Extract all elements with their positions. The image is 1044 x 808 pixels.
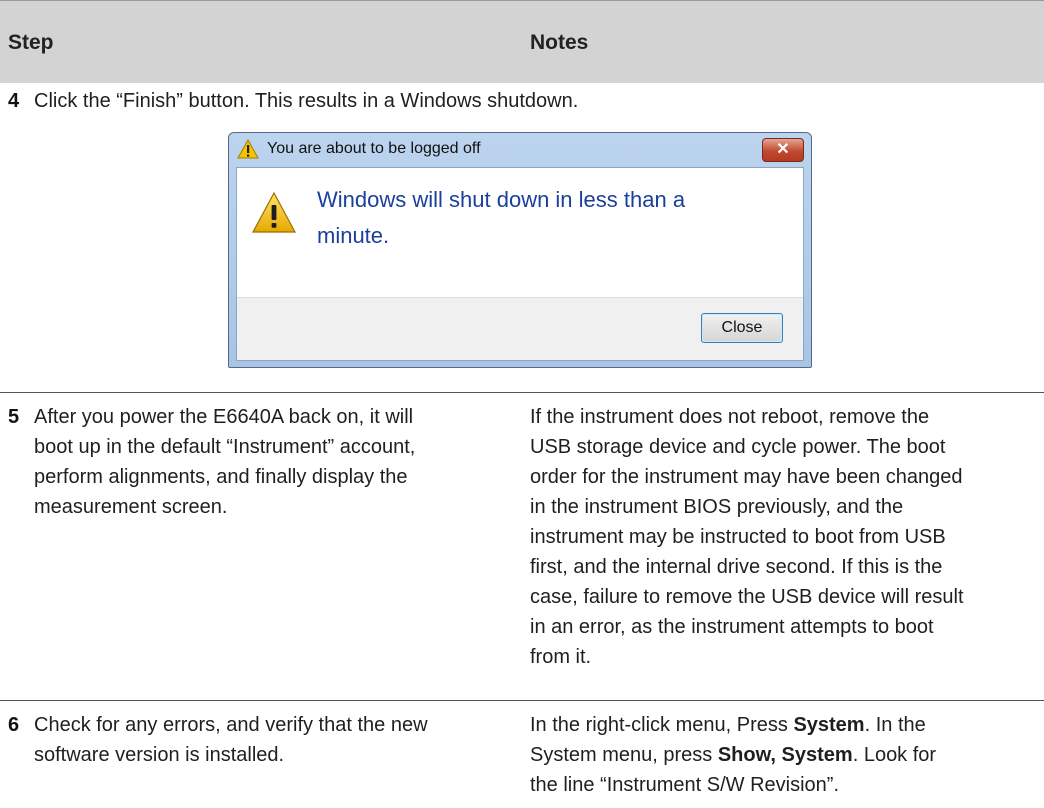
notes-5-line: from it.: [530, 646, 592, 668]
notes-5-line: in the instrument BIOS previously, and t…: [530, 496, 904, 518]
notes-5-line: USB storage device and cycle power. The …: [530, 436, 946, 458]
step-number-6: 6: [8, 714, 20, 736]
warning-icon: [237, 139, 259, 159]
warning-icon: [251, 191, 297, 233]
notes-5-line: first, and the internal drive second. If…: [530, 556, 943, 578]
header-notes: Notes: [530, 31, 589, 54]
step-number-4: 4: [8, 90, 20, 112]
notes-5-line: If the instrument does not reboot, remov…: [530, 406, 930, 428]
step-6-text: Check for any errors, and verify that th…: [34, 710, 504, 770]
dialog-body: Windows will shut down in less than a mi…: [236, 167, 804, 361]
notes-6-text: . In the: [864, 714, 926, 736]
step-5-line: measurement screen.: [34, 496, 228, 518]
dialog-message-line: minute.: [317, 223, 390, 248]
step-5-line: boot up in the default “Instrument” acco…: [34, 436, 416, 458]
notes-5-line: case, failure to remove the USB device w…: [530, 586, 964, 608]
show-system-keyword: Show, System: [717, 744, 853, 766]
dialog-message-line: Windows will shut down in less than a: [317, 187, 686, 212]
system-keyword: System: [793, 714, 865, 736]
row-divider: [0, 392, 1044, 393]
logoff-dialog: You are about to be logged off ✕ Windows…: [228, 132, 812, 368]
dialog-message: Windows will shut down in less than a mi…: [317, 182, 757, 254]
notes-6-line: In the right-click menu, Press System. I…: [530, 710, 1035, 740]
dialog-close-x-button[interactable]: ✕: [762, 138, 804, 162]
step-5-notes: If the instrument does not reboot, remov…: [530, 402, 1035, 672]
dialog-titlebar: You are about to be logged off ✕: [229, 133, 811, 167]
dialog-footer: Close: [237, 297, 803, 360]
step-5-line: After you power the E6640A back on, it w…: [34, 406, 414, 428]
step-5-line: perform alignments, and finally display …: [34, 466, 408, 488]
close-button[interactable]: Close: [701, 313, 783, 343]
notes-6-line: the line “Instrument S/W Revision”.: [530, 774, 839, 796]
step-6-line: software version is installed.: [34, 744, 285, 766]
step-number-5: 5: [8, 406, 20, 428]
table-header: Step Notes: [0, 0, 1044, 83]
notes-6-text: System menu, press: [530, 744, 718, 766]
header-step: Step: [8, 31, 54, 54]
notes-6-text: In the right-click menu, Press: [530, 714, 794, 736]
notes-6-line: System menu, press Show, System. Look fo…: [530, 740, 1035, 770]
step-4-text: Click the “Finish” button. This results …: [34, 90, 579, 112]
notes-5-line: instrument may be instructed to boot fro…: [530, 526, 946, 548]
step-6-line: Check for any errors, and verify that th…: [34, 714, 428, 736]
dialog-title: You are about to be logged off: [267, 140, 481, 157]
notes-5-line: in an error, as the instrument attempts …: [530, 616, 934, 638]
notes-6-text: . Look for: [852, 744, 937, 766]
row-divider: [0, 700, 1044, 701]
step-6-notes: In the right-click menu, Press System. I…: [530, 710, 1035, 800]
notes-5-line: order for the instrument may have been c…: [530, 466, 963, 488]
step-5-text: After you power the E6640A back on, it w…: [34, 402, 504, 522]
